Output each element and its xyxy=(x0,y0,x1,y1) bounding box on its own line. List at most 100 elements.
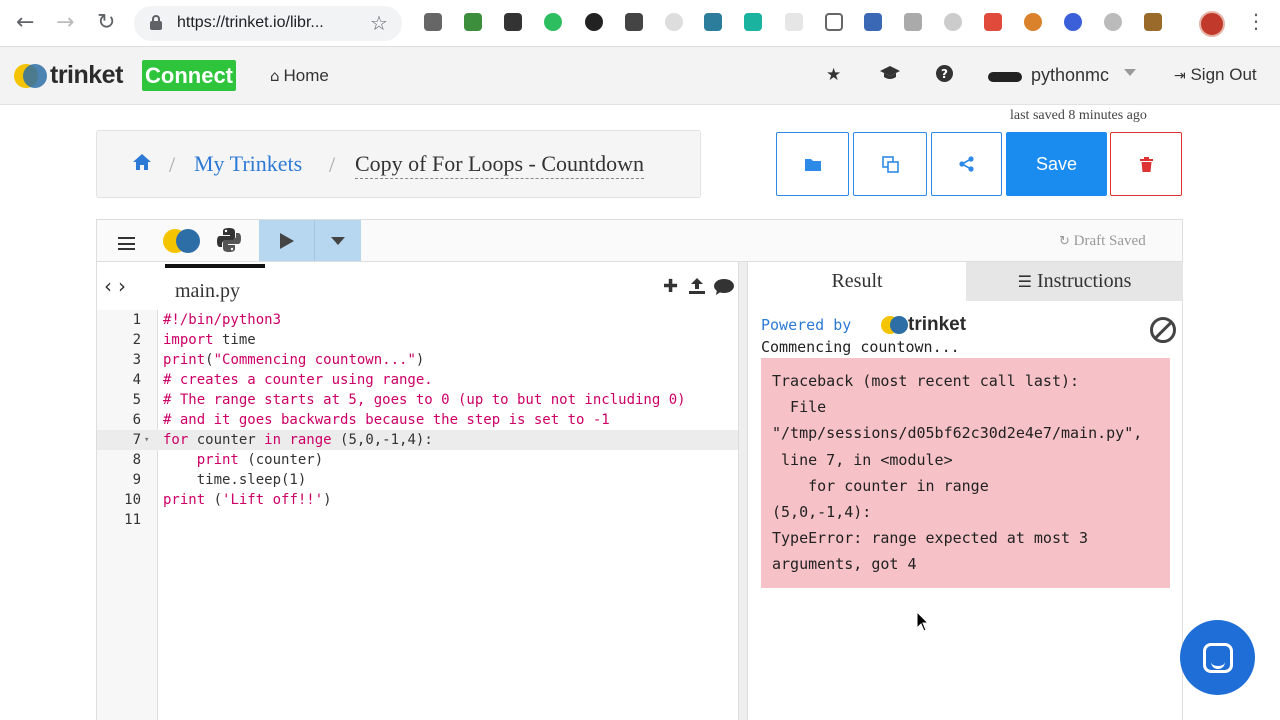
url-text[interactable]: https://trinket.io/libr... xyxy=(177,14,324,32)
extension-icon[interactable] xyxy=(1144,13,1162,31)
signout-label: Sign Out xyxy=(1190,65,1257,84)
code-line[interactable]: 3 print("Commencing countown...") xyxy=(97,350,739,370)
editor-toolbar: ↻ Draft Saved xyxy=(96,219,1183,262)
trinket-logo-icon[interactable] xyxy=(163,229,201,253)
home-icon[interactable] xyxy=(133,154,151,175)
trinket-logo-icon xyxy=(14,64,47,88)
line-number: 3 xyxy=(132,352,141,368)
line-source: # The range starts at 5, goes to 0 (up t… xyxy=(163,392,686,408)
evernote-icon[interactable] xyxy=(544,13,562,31)
code-line[interactable]: 9 time.sleep(1) xyxy=(97,470,739,490)
shield-icon[interactable] xyxy=(864,13,882,31)
line-number: 11 xyxy=(124,512,141,528)
line-source: # and it goes backwards because the step… xyxy=(163,412,610,428)
profile-avatar[interactable] xyxy=(1199,11,1225,37)
signout-link[interactable]: ⇥ Sign Out xyxy=(1174,65,1257,85)
forward-icon[interactable]: → xyxy=(56,11,74,35)
home-icon: ⌂ xyxy=(270,67,280,85)
breadcrumb-my-trinkets[interactable]: My Trinkets xyxy=(194,151,302,177)
star-icon[interactable]: ★ xyxy=(826,65,841,85)
line-number: 9 xyxy=(132,472,141,488)
connect-badge[interactable]: Connect xyxy=(142,60,236,91)
tab-main-py[interactable]: main.py xyxy=(165,264,265,310)
fold-arrow-icon[interactable]: ▾ xyxy=(144,430,149,450)
code-line[interactable]: 10 print ('Lift off!!') xyxy=(97,490,739,510)
extension-icon[interactable] xyxy=(785,13,803,31)
extension-icon[interactable] xyxy=(424,13,442,31)
help-icon[interactable]: ? xyxy=(936,65,953,87)
folder-button[interactable] xyxy=(776,132,849,196)
line-number: 6 xyxy=(132,412,141,428)
extension-icon[interactable] xyxy=(1104,13,1122,31)
error-line: arguments, got 4 xyxy=(772,555,917,574)
tab-result[interactable]: Result xyxy=(748,262,966,301)
extension-icon[interactable] xyxy=(984,13,1002,31)
last-saved-status: last saved 8 minutes ago xyxy=(1010,108,1147,123)
hamburger-menu-icon[interactable] xyxy=(118,237,135,250)
comment-icon[interactable] xyxy=(713,276,734,297)
code-editor[interactable]: ‹› main.py ✚ 1 #!/bin/python3 2 import time… xyxy=(96,262,739,720)
home-link[interactable]: ⌂ Home xyxy=(270,66,329,86)
chevron-left-icon[interactable]: ‹ xyxy=(104,274,118,298)
bookmark-star-icon[interactable]: ☆ xyxy=(370,11,388,35)
graduation-cap-icon[interactable] xyxy=(880,65,900,86)
clear-output-icon[interactable] xyxy=(1150,317,1176,343)
code-line[interactable]: 6 # and it goes backwards because the ste… xyxy=(97,410,739,430)
draft-status-label: Draft Saved xyxy=(1073,233,1146,249)
extension-icon[interactable] xyxy=(464,13,482,31)
address-bar[interactable]: https://trinket.io/libr... ☆ xyxy=(134,6,402,41)
back-icon[interactable]: ← xyxy=(16,11,34,35)
share-button[interactable] xyxy=(931,132,1002,196)
chevron-down-icon[interactable] xyxy=(1124,69,1136,76)
line-source: print("Commencing countown...") xyxy=(163,352,425,368)
tab-instructions[interactable]: ☰ Instructions xyxy=(966,262,1183,301)
code-line[interactable]: 5 # The range starts at 5, goes to 0 (up … xyxy=(97,390,739,410)
code-line[interactable]: 1 #!/bin/python3 xyxy=(97,310,739,330)
user-avatar[interactable] xyxy=(988,72,1022,82)
extension-icon[interactable] xyxy=(744,13,762,31)
powered-by-logo[interactable]: trinket xyxy=(908,314,966,336)
upload-icon[interactable] xyxy=(688,276,712,297)
extension-icon[interactable] xyxy=(1024,13,1042,31)
extension-icon[interactable] xyxy=(585,13,603,31)
svg-text:?: ? xyxy=(941,67,948,81)
code-lines[interactable]: 1 #!/bin/python3 2 import time 3 print("Comme… xyxy=(97,310,739,530)
copy-icon xyxy=(881,155,899,173)
folder-icon xyxy=(804,158,821,171)
tab-scroll-arrows[interactable]: ‹› xyxy=(104,274,132,298)
chevron-right-icon[interactable]: › xyxy=(118,274,132,298)
tab-instructions-label: Instructions xyxy=(1036,270,1132,292)
list-icon: ☰ xyxy=(1017,272,1032,291)
reload-icon[interactable]: ↻ xyxy=(97,11,115,35)
code-line[interactable]: 8 print (counter) xyxy=(97,450,739,470)
logo-text: trinket xyxy=(50,61,123,89)
code-line[interactable]: 4 # creates a counter using range. xyxy=(97,370,739,390)
extension-icon[interactable] xyxy=(825,13,843,31)
kebab-icon[interactable]: ⋮ xyxy=(1246,10,1266,32)
run-button[interactable] xyxy=(259,220,314,261)
code-line[interactable]: 2 import time xyxy=(97,330,739,350)
extension-icon[interactable] xyxy=(665,13,683,31)
code-line[interactable]: 7 ▾ for counter in range (5,0,-1,4): xyxy=(97,430,739,450)
extension-icon[interactable] xyxy=(704,13,722,31)
extension-icon[interactable] xyxy=(904,13,922,31)
breadcrumb-separator: / xyxy=(329,152,336,177)
pane-splitter[interactable] xyxy=(738,262,748,720)
delete-button[interactable] xyxy=(1110,132,1182,196)
chat-launcher-button[interactable] xyxy=(1180,620,1255,695)
pocket-icon[interactable] xyxy=(504,13,522,31)
error-line: for counter in range xyxy=(772,476,989,495)
copy-button[interactable] xyxy=(853,132,927,196)
line-number: 2 xyxy=(132,332,141,348)
chevron-down-icon xyxy=(331,236,345,245)
extension-icon[interactable] xyxy=(944,13,962,31)
extension-icon[interactable] xyxy=(1064,13,1082,31)
trinket-title[interactable]: Copy of For Loops - Countdown xyxy=(355,151,645,179)
run-options-button[interactable] xyxy=(314,220,361,261)
add-file-icon[interactable]: ✚ xyxy=(663,276,678,297)
line-number: 7 xyxy=(132,432,141,448)
username[interactable]: pythonmc xyxy=(1031,65,1109,86)
code-line[interactable]: 11 xyxy=(97,510,739,530)
save-button[interactable]: Save xyxy=(1006,132,1107,196)
extension-icon[interactable] xyxy=(625,13,643,31)
